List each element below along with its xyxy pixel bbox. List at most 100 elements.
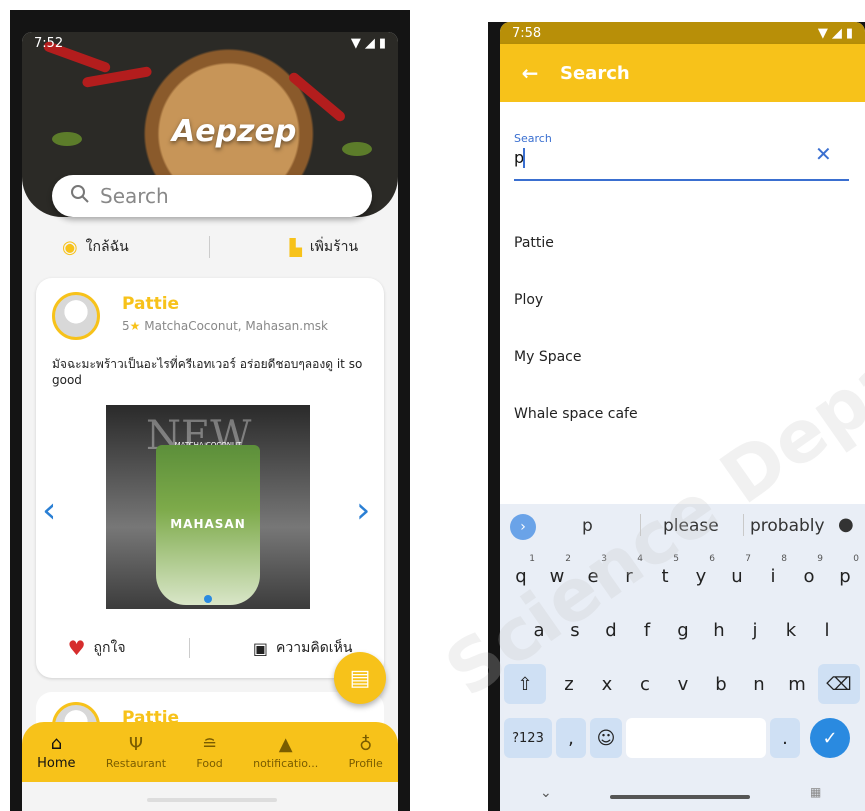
key-c[interactable]: c — [628, 664, 662, 704]
key-a[interactable]: a — [522, 610, 556, 650]
key-q[interactable]: q1 — [504, 554, 538, 596]
tab-home-label: Home — [37, 756, 76, 771]
post-tags: MatchaCoconut, Mahasan.msk — [144, 319, 328, 333]
home-screen: 7:52 ▼ ◢ ▮ Aepzep Search ◉ ใกล้ฉัน ▙ เพิ… — [22, 32, 398, 811]
gesture-bar[interactable] — [610, 795, 750, 799]
search-result-item[interactable]: Whale space cafe — [514, 406, 638, 422]
post-card: Pattie 5★ MatchaCoconut, Mahasan.msk มัจ… — [36, 278, 384, 678]
shift-key[interactable]: ⇧ — [504, 664, 546, 704]
symbols-key[interactable]: ?123 — [504, 718, 552, 758]
avatar[interactable] — [52, 292, 100, 340]
key-hint: 9 — [817, 554, 823, 564]
key-z[interactable]: z — [552, 664, 586, 704]
search-result-item[interactable]: My Space — [514, 349, 581, 365]
comment-button[interactable]: ▣ ความคิดเห็น — [253, 637, 352, 659]
back-arrow-icon[interactable]: ← — [500, 61, 560, 85]
post-image[interactable]: NEW MATCHA COCONUT MAHASAN — [106, 405, 310, 609]
keyboard-nav-bar: ⌄ ▦ — [500, 785, 865, 811]
key-r[interactable]: r4 — [612, 554, 646, 596]
tab-restaurant[interactable]: Ψ Restaurant — [106, 734, 166, 770]
key-h[interactable]: h — [702, 610, 736, 650]
key-v[interactable]: v — [666, 664, 700, 704]
key-j[interactable]: j — [738, 610, 772, 650]
suggestion-item[interactable]: probably — [750, 516, 825, 536]
key-label: z — [564, 673, 574, 695]
post-author[interactable]: Pattie — [122, 294, 179, 314]
space-key[interactable] — [626, 718, 766, 758]
search-screen: 7:58 ▼ ◢ ▮ ← Search Search p ✕ Pattie Pl… — [500, 22, 865, 811]
keyboard-switch-icon[interactable]: ▦ — [810, 785, 821, 799]
tab-food[interactable]: ≘ Food — [196, 734, 222, 770]
key-label: l — [824, 619, 830, 641]
review-fab[interactable]: ▤ — [334, 652, 386, 704]
key-o[interactable]: o9 — [792, 554, 826, 596]
text-cursor — [523, 148, 525, 168]
key-u[interactable]: u7 — [720, 554, 754, 596]
key-hint: 0 — [853, 554, 859, 564]
hide-keyboard-icon[interactable]: ⌄ — [540, 785, 552, 801]
key-g[interactable]: g — [666, 610, 700, 650]
search-bar[interactable]: Search — [52, 175, 372, 217]
heart-icon: ♥ — [67, 636, 86, 660]
key-label: f — [643, 619, 651, 641]
backspace-key[interactable]: ⌫ — [818, 664, 860, 704]
enter-key[interactable]: ✓ — [810, 718, 850, 758]
add-store-button[interactable]: ▙ เพิ่มร้าน — [290, 236, 359, 258]
clear-icon[interactable]: ✕ — [815, 142, 832, 166]
key-i[interactable]: i8 — [756, 554, 790, 596]
status-time: 7:58 — [512, 25, 542, 41]
prev-image-button[interactable]: ‹ — [42, 490, 56, 531]
key-label: x — [601, 673, 613, 695]
tab-restaurant-label: Restaurant — [105, 757, 167, 770]
key-label: a — [533, 619, 545, 641]
tab-profile[interactable]: ♁ Profile — [349, 734, 383, 770]
next-image-button[interactable]: › — [356, 490, 370, 531]
key-p[interactable]: p0 — [828, 554, 862, 596]
key-f[interactable]: f — [630, 610, 664, 650]
key-d[interactable]: d — [594, 610, 628, 650]
add-store-label: เพิ่มร้าน — [309, 239, 359, 255]
mic-icon[interactable]: ● — [838, 514, 854, 535]
key-w[interactable]: w2 — [540, 554, 574, 596]
period-key[interactable]: . — [770, 718, 800, 758]
comma-key[interactable]: , — [556, 718, 586, 758]
keyboard-row-1: q1w2e3r4t5y6u7i8o9p0 — [500, 554, 865, 600]
app-title: Aepzep — [172, 114, 297, 149]
key-b[interactable]: b — [704, 664, 738, 704]
key-hint: 3 — [601, 554, 607, 564]
like-button[interactable]: ♥ ถูกใจ — [68, 636, 126, 660]
status-bar: 7:52 ▼ ◢ ▮ — [22, 32, 398, 54]
key-s[interactable]: s — [558, 610, 592, 650]
key-m[interactable]: m — [780, 664, 814, 704]
key-t[interactable]: t5 — [648, 554, 682, 596]
suggestion-item[interactable]: please — [663, 516, 719, 536]
search-result-item[interactable]: Pattie — [514, 235, 554, 251]
key-hint: 2 — [565, 554, 571, 564]
nearby-button[interactable]: ◉ ใกล้ฉัน — [62, 236, 129, 258]
key-label: d — [605, 619, 617, 641]
key-label: w — [549, 565, 565, 587]
app-bar: ← Search — [500, 44, 865, 102]
key-label: c — [640, 673, 650, 695]
tab-notifications[interactable]: ▲ notificatio... — [253, 734, 318, 770]
key-e[interactable]: e3 — [576, 554, 610, 596]
key-x[interactable]: x — [590, 664, 624, 704]
key-hint: 8 — [781, 554, 787, 564]
nearby-label: ใกล้ฉัน — [85, 239, 129, 255]
wifi-icon: ▼ — [350, 35, 361, 51]
gesture-bar[interactable] — [147, 798, 277, 802]
suggestion-item[interactable]: p — [582, 516, 593, 536]
key-k[interactable]: k — [774, 610, 808, 650]
key-label: e — [587, 565, 599, 587]
key-label: n — [753, 673, 765, 695]
key-y[interactable]: y6 — [684, 554, 718, 596]
tab-home[interactable]: ⌂ Home — [37, 733, 75, 771]
key-n[interactable]: n — [742, 664, 776, 704]
expand-suggestions-icon[interactable]: › — [510, 514, 536, 540]
check-icon: ✓ — [822, 727, 838, 749]
key-label: i — [770, 565, 776, 587]
search-result-item[interactable]: Ploy — [514, 292, 543, 308]
key-hint: 7 — [745, 554, 751, 564]
emoji-key[interactable]: ☺ — [590, 718, 622, 758]
key-l[interactable]: l — [810, 610, 844, 650]
